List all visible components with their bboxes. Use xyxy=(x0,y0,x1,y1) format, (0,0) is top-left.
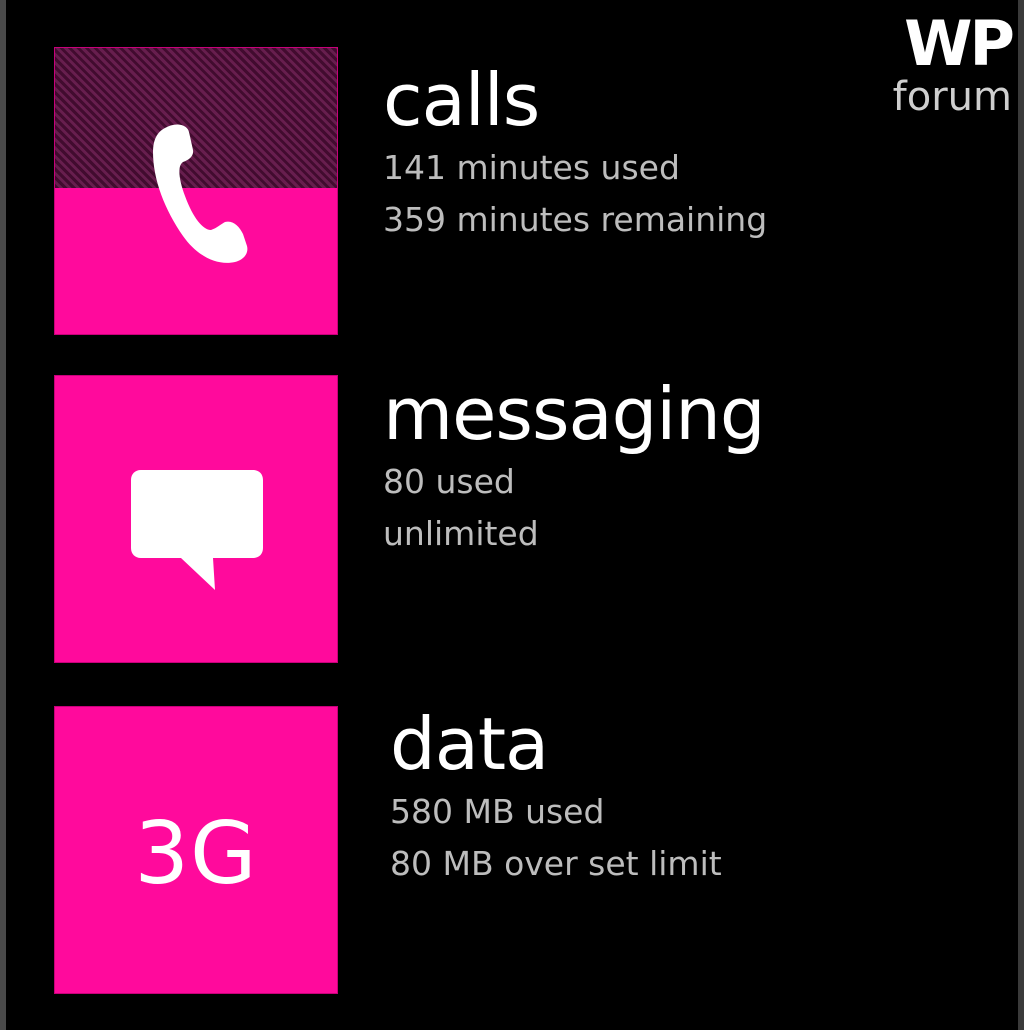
calls-tile[interactable] xyxy=(54,47,338,335)
data-over-limit-text: 80 MB over set limit xyxy=(390,844,722,883)
calls-title: calls xyxy=(383,58,540,142)
phone-icon xyxy=(55,48,337,334)
data-used-text: 580 MB used xyxy=(390,792,605,831)
data-section: data 580 MB used 80 MB over set limit xyxy=(390,702,722,890)
data-title: data xyxy=(390,702,549,786)
messaging-title: messaging xyxy=(383,372,766,456)
calls-section: calls 141 minutes used 359 minutes remai… xyxy=(383,58,767,246)
messaging-tile[interactable] xyxy=(54,375,338,663)
messaging-section: messaging 80 used unlimited xyxy=(383,372,766,560)
messaging-used-text: 80 used xyxy=(383,462,515,501)
message-bubble-icon xyxy=(55,376,337,662)
data-tile[interactable]: 3G xyxy=(54,706,338,994)
messaging-limit-text: unlimited xyxy=(383,514,539,553)
frame-right-edge xyxy=(1018,0,1024,1030)
brand-watermark: WP forum xyxy=(882,7,1015,120)
calls-used-text: 141 minutes used xyxy=(383,148,680,187)
network-3g-label: 3G xyxy=(134,804,258,904)
brand-logo: WP xyxy=(904,7,1015,80)
frame-left-edge xyxy=(0,0,6,1030)
calls-remaining-text: 359 minutes remaining xyxy=(383,200,768,239)
brand-sub-label: forum xyxy=(892,74,1012,120)
